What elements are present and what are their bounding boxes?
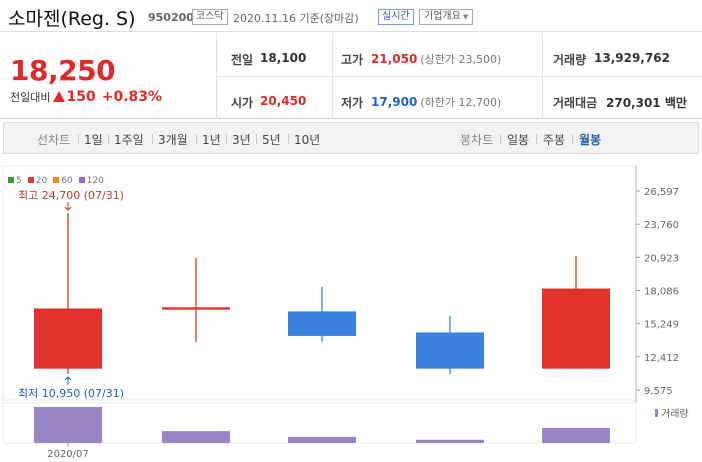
min-arrow-icon [64,376,72,385]
min-price-annotation: 최저 10,950 (07/31) [18,387,124,400]
candle-body [542,288,610,369]
volume-bar [162,431,230,443]
y-tick-label: 15,249 [644,320,679,331]
volume-bar [34,407,102,443]
volume-legend-label: 거래량 [661,408,689,420]
max-arrow-icon [64,202,72,211]
y-tick-label: 23,760 [644,220,679,231]
candle-body [34,308,102,369]
volume-bar [288,436,356,443]
volume-bar [416,439,484,443]
volume-bar [542,427,610,443]
y-tick-label: 26,597 [644,187,679,198]
candle-body [288,311,356,336]
x-tick-label: 2020/07 [47,449,89,460]
max-price-annotation: 최고 24,700 (07/31) [18,189,124,202]
y-tick-label: 20,923 [644,253,679,264]
candle-body [416,332,484,369]
candlestick-chart: 26,597 23,760 20,923 18,086 15,249 12,412 9,57… [2,165,689,460]
volume-legend-swatch [655,409,658,417]
y-tick-label: 18,086 [644,287,679,298]
y-tick-label: 9,575 [644,386,673,397]
y-tick-label: 12,412 [644,353,679,364]
candle-body [162,307,230,310]
